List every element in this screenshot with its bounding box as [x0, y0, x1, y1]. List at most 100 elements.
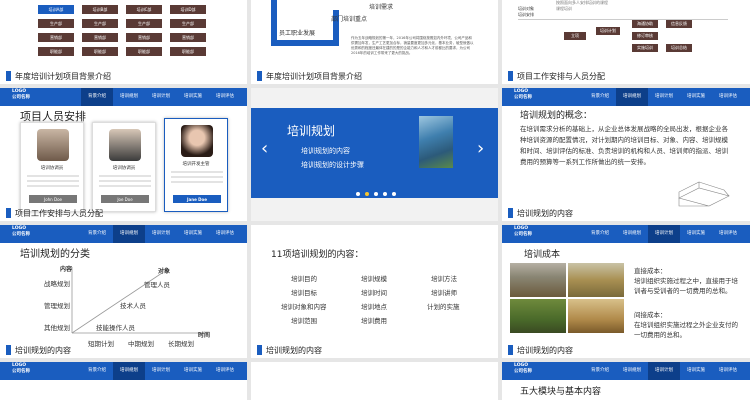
- grain-image: [568, 299, 624, 333]
- tab-background[interactable]: 背景介绍: [584, 225, 616, 243]
- slide-thumb-7[interactable]: LOGO 公司名称 背景介绍 培训规划 培训计划 培训实施 培训评估 培训规划的分…: [0, 225, 247, 358]
- nav-tabs: 背景介绍 培训规划 培训计划 培训实施 培训评估: [584, 362, 744, 380]
- slide-thumb-12[interactable]: LOGO 公司名称 背景介绍 培训规划 培训计划 培训实施 培训评估 五大模块与基…: [502, 362, 750, 400]
- tab-plan[interactable]: 培训计划: [145, 225, 177, 243]
- pager-dot[interactable]: [374, 192, 378, 196]
- slide-thumb-10[interactable]: LOGO 公司名称 背景介绍 培训规划 培训计划 培训实施 培训评估: [0, 362, 247, 400]
- tab-evaluate[interactable]: 培训评估: [209, 362, 241, 380]
- footer-accent: [6, 345, 11, 355]
- content-item: 计划的实施: [427, 303, 460, 311]
- logo: LOGO 公司名称: [514, 89, 532, 100]
- logo: LOGO 公司名称: [514, 363, 532, 374]
- table-lines: [518, 0, 728, 20]
- avatar: [109, 129, 141, 161]
- tab-evaluate[interactable]: 培训评估: [209, 88, 241, 106]
- tab-evaluate[interactable]: 培训评估: [712, 225, 744, 243]
- slide-thumb-3[interactable]: 培训对象 培训安排 按照面向多人安排培训的课程 课程培训 立项 培训计划 海通协…: [502, 0, 750, 84]
- slide-title: 五大模块与基本内容: [520, 387, 602, 397]
- logo: LOGO 公司名称: [12, 89, 30, 100]
- tab-background[interactable]: 背景介绍: [584, 88, 616, 106]
- slide-thumb-1[interactable]: 培训A部 培训B部 培训C部 培训D部 生产部 生产部 生产部 生产部 营销部 …: [0, 0, 247, 84]
- footer-text: 年度培训计划项目背景介绍: [15, 72, 111, 81]
- tab-evaluate[interactable]: 培训评估: [712, 88, 744, 106]
- concept-body: 在培训需求分析的基础上，从企业总体发展战略的全局出发，根据企业各种培训资源的配置…: [520, 125, 728, 166]
- tab-planning[interactable]: 培训规划: [616, 362, 648, 380]
- content-item: 培训范围: [291, 317, 317, 325]
- tab-background[interactable]: 背景介绍: [81, 362, 113, 380]
- slide-title: 11项培训规划的内容：: [271, 250, 364, 260]
- slide-thumb-4[interactable]: LOGO 公司名称 背景介绍 培训规划 培训计划 培训实施 培训评估 项目人员安排…: [0, 88, 247, 221]
- person-card: 培训开发主管 Jane Doe: [164, 118, 228, 212]
- tab-planning[interactable]: 培训规划: [616, 88, 648, 106]
- card-role: 培训开发主管: [182, 162, 210, 167]
- table-value: 课程培训: [556, 6, 572, 11]
- pager-dot[interactable]: [365, 192, 369, 196]
- footer-accent: [257, 345, 262, 355]
- pager-dot[interactable]: [392, 192, 396, 196]
- footer-text: 项目工作安排与人员分配: [15, 209, 103, 218]
- tab-planning[interactable]: 培训规划: [113, 88, 145, 106]
- axis-label-diag: 对象: [158, 268, 171, 275]
- slide-thumb-2[interactable]: 培训需求 部门培训重点 员工职业发展 作为五年战略规划的第一年，2016年公司将…: [251, 0, 498, 84]
- building-image: [419, 116, 453, 168]
- tab-implement[interactable]: 培训实施: [680, 225, 712, 243]
- org-box: 生产部: [82, 19, 118, 28]
- chevron-left-icon[interactable]: ‹: [261, 138, 268, 159]
- content-item: 培训费用: [361, 317, 387, 325]
- tab-plan[interactable]: 培训计划: [648, 88, 680, 106]
- tab-implement[interactable]: 培训实施: [680, 88, 712, 106]
- pager-dot[interactable]: [356, 192, 360, 196]
- direct-cost-body: 培训组织实施过程之中，直接用于培训者与受训者的一切费用的总和。: [634, 277, 738, 295]
- crops-image: [568, 263, 624, 297]
- tab-implement[interactable]: 培训实施: [177, 225, 209, 243]
- card-name-badge: Jane Doe: [173, 195, 221, 203]
- nav-bar: LOGO 公司名称 背景介绍 培训规划 培训计划 培训实施 培训评估: [0, 362, 247, 380]
- footer-accent: [508, 71, 513, 81]
- slide-thumb-5[interactable]: ‹ › 培训规划 培训规划的内容 培训规划的设计步骤: [251, 88, 498, 221]
- nav-tabs: 背景介绍 培训规划 培训计划 培训实施 培训评估: [584, 88, 744, 106]
- tab-plan[interactable]: 培训计划: [648, 225, 680, 243]
- tab-planning[interactable]: 培训规划: [113, 225, 145, 243]
- tab-planning[interactable]: 培训规划: [113, 362, 145, 380]
- tab-background[interactable]: 背景介绍: [584, 362, 616, 380]
- nav-bar: LOGO 公司名称 背景介绍 培训规划 培训计划 培训实施 培训评估: [0, 225, 247, 243]
- tab-background[interactable]: 背景介绍: [81, 225, 113, 243]
- flow-box: 修订审核: [632, 32, 658, 40]
- slide-title: 培训成本: [524, 250, 561, 260]
- nav-tabs: 背景介绍 培训规划 培训计划 培训实施 培训评估: [81, 88, 241, 106]
- tab-evaluate[interactable]: 培训评估: [712, 362, 744, 380]
- nav-tabs: 背景介绍 培训规划 培训计划 培训实施 培训评估: [584, 225, 744, 243]
- logo: LOGO 公司名称: [12, 363, 30, 374]
- org-box: 培训A部: [38, 5, 74, 14]
- logo: LOGO 公司名称: [514, 226, 532, 237]
- org-box: 生产部: [170, 19, 206, 28]
- tab-background[interactable]: 背景介绍: [81, 88, 113, 106]
- slide-thumb-9[interactable]: LOGO 公司名称 背景介绍 培训规划 培训计划 培训实施 培训评估 培训成本 直…: [502, 225, 750, 358]
- content-item: 培训方法: [431, 275, 457, 283]
- org-box: 生产部: [38, 19, 74, 28]
- tab-implement[interactable]: 培训实施: [177, 362, 209, 380]
- tab-implement[interactable]: 培训实施: [177, 88, 209, 106]
- card-line: [99, 180, 151, 182]
- tab-implement[interactable]: 培训实施: [680, 362, 712, 380]
- footer-text: 项目工作安排与人员分配: [517, 72, 605, 81]
- slide-title: 培训规划的概念：: [520, 111, 593, 121]
- org-box: 培训C部: [126, 5, 162, 14]
- tab-evaluate[interactable]: 培训评估: [209, 225, 241, 243]
- slide-thumb-8[interactable]: 11项培训规划的内容： 培训目的 培训规模 培训方法 培训目标 培训时间 培训讲…: [251, 225, 498, 358]
- indirect-cost-heading: 间接成本：: [634, 311, 667, 319]
- flow-box: 立项: [564, 32, 586, 40]
- chevron-right-icon[interactable]: ›: [477, 138, 484, 159]
- card-role: 培训协调员: [112, 166, 136, 171]
- org-box: 营销部: [126, 33, 162, 42]
- tab-plan[interactable]: 培训计划: [145, 88, 177, 106]
- card-line: [171, 176, 223, 178]
- tab-plan[interactable]: 培训计划: [145, 362, 177, 380]
- pager-dot[interactable]: [383, 192, 387, 196]
- direct-cost-heading: 直接成本：: [634, 267, 667, 275]
- slide-thumb-11[interactable]: [251, 362, 498, 400]
- card-line: [27, 185, 79, 187]
- tab-planning[interactable]: 培训规划: [616, 225, 648, 243]
- slide-thumb-6[interactable]: LOGO 公司名称 背景介绍 培训规划 培训计划 培训实施 培训评估 培训规划的概…: [502, 88, 750, 221]
- tab-plan[interactable]: 培训计划: [648, 362, 680, 380]
